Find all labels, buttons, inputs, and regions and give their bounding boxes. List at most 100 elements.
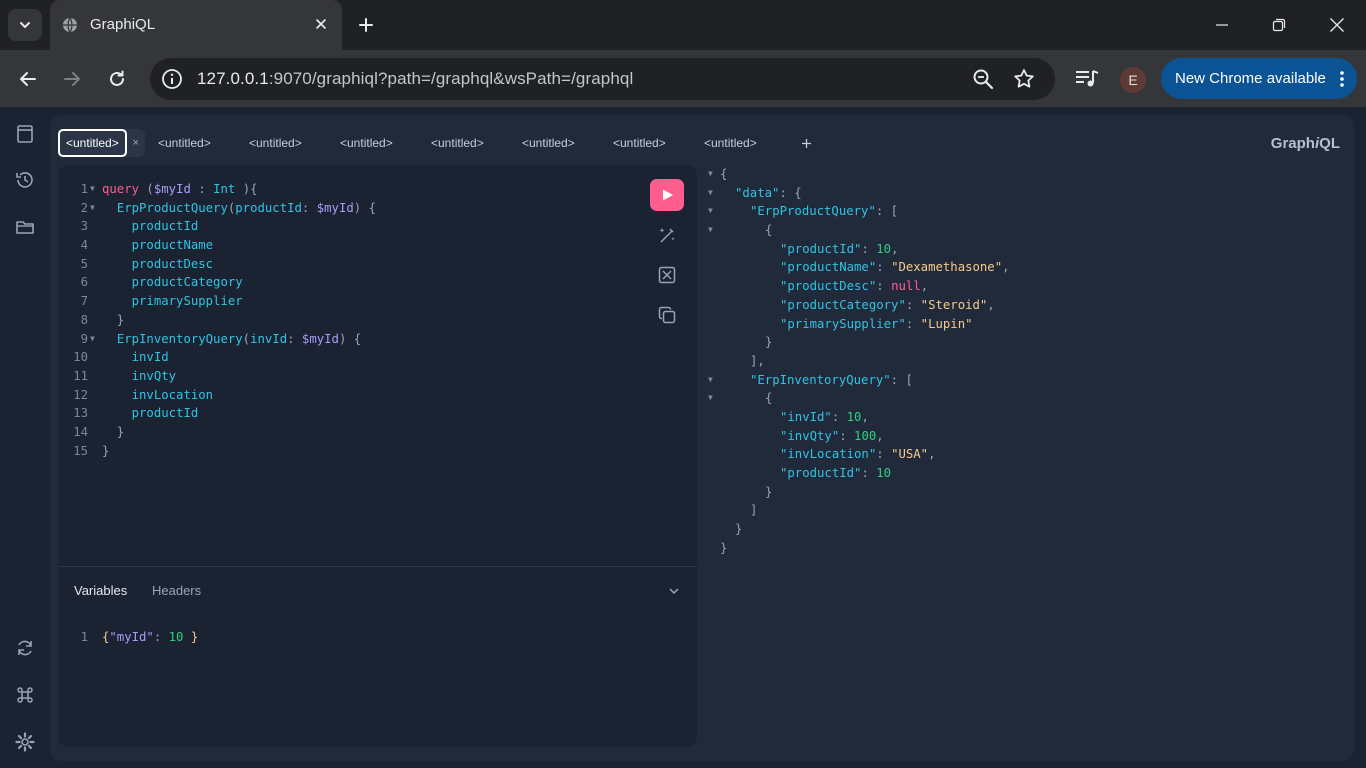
forward-button[interactable] (56, 63, 88, 95)
reload-button[interactable] (101, 63, 133, 95)
line-number: 6 (80, 275, 88, 290)
variable-token: $myId (153, 182, 191, 196)
close-tab-button[interactable] (312, 15, 330, 33)
fold-arrow-icon[interactable]: ▼ (708, 184, 713, 203)
zoom-icon[interactable] (972, 68, 994, 90)
folder-icon (16, 221, 34, 234)
fold-arrow-icon[interactable]: ▼ (90, 199, 95, 218)
variables-editor[interactable]: 1 {"myId": 10 } (58, 628, 458, 647)
query-tab[interactable]: <untitled> (514, 129, 583, 157)
execute-query-button[interactable] (650, 179, 684, 211)
fold-arrow-icon[interactable]: ▼ (90, 330, 95, 349)
shortcuts-button[interactable] (14, 684, 36, 706)
close-tab-icon[interactable]: × (127, 129, 145, 157)
query-tab[interactable]: <untitled> (150, 129, 219, 157)
code-line: 14 } (58, 423, 618, 442)
profile-avatar[interactable]: E (1120, 67, 1146, 93)
docs-icon (17, 125, 33, 143)
result-value: "Lupin" (920, 316, 973, 331)
url-text[interactable]: 127.0.0.1:9070/graphiql?path=/graphql&ws… (197, 69, 633, 89)
result-key: "ErpInventoryQuery" (750, 372, 891, 387)
line-number: 13 (73, 406, 88, 421)
back-button[interactable] (12, 63, 44, 95)
fold-arrow-icon[interactable]: ▼ (708, 371, 713, 390)
result-key: "invQty" (780, 428, 840, 443)
history-button[interactable] (14, 169, 36, 191)
close-icon (316, 19, 326, 29)
line-number: 5 (80, 256, 88, 271)
line-number: 10 (73, 350, 88, 365)
browser-tab-graphiql[interactable]: GraphiQL (50, 0, 342, 50)
media-controls-icon[interactable] (1074, 67, 1100, 91)
result-value: "Steroid" (920, 297, 988, 312)
address-bar[interactable]: 127.0.0.1:9070/graphiql?path=/graphql&ws… (150, 58, 1055, 100)
field-token: productId (131, 219, 199, 234)
add-tab-button[interactable] (797, 134, 815, 152)
field-token: productId (131, 406, 199, 421)
refresh-icon (18, 640, 32, 656)
type-token: Int (213, 182, 236, 196)
field-token: productCategory (131, 275, 243, 290)
variable-token: $myId (316, 200, 354, 215)
result-value: 10 (846, 409, 862, 424)
restore-button[interactable] (1259, 10, 1299, 40)
browser-tab-title: GraphiQL (90, 16, 156, 33)
fold-arrow-icon[interactable]: ▼ (708, 202, 713, 221)
brand-text-pre: Graph (1270, 135, 1315, 152)
result-viewer[interactable]: ▼{ ▼ "data": { ▼ "ErpProductQuery": [ ▼{ "… (708, 165, 1348, 665)
graphiql-session: <untitled> × <untitled> <untitled> <unti… (50, 115, 1354, 761)
query-tab-label: <untitled> (58, 129, 127, 157)
field-token: productDesc (131, 256, 214, 271)
headers-tab[interactable]: Headers (152, 583, 201, 598)
query-tab[interactable]: <untitled> (241, 129, 310, 157)
settings-button[interactable] (14, 731, 36, 753)
graphiql-logo: GraphiQL (1271, 135, 1340, 152)
explorer-button[interactable] (14, 216, 36, 238)
reload-icon (110, 70, 124, 86)
close-window-button[interactable] (1317, 10, 1357, 40)
chevron-down-icon[interactable] (667, 584, 681, 598)
field-token: primarySupplier (131, 294, 243, 309)
copy-icon[interactable] (657, 305, 677, 325)
query-tab[interactable]: <untitled> (696, 129, 765, 157)
docs-button[interactable] (14, 123, 36, 145)
minimize-button[interactable] (1202, 10, 1242, 40)
prettify-icon[interactable] (657, 225, 677, 245)
line-number: 14 (73, 424, 88, 439)
code-line: 9 ▼ ErpInventoryQuery(invId: $myId) { (58, 330, 618, 349)
fold-arrow-icon[interactable]: ▼ (90, 180, 95, 199)
chrome-update-button[interactable]: New Chrome available (1161, 58, 1357, 99)
query-tab[interactable]: <untitled> (332, 129, 401, 157)
line-number: 1 (80, 630, 88, 644)
field-token: invId (131, 350, 169, 365)
argument-token: invId (250, 331, 288, 346)
query-editor[interactable]: 1 ▼ query ($myId : Int ){ 2 ▼ ErpProductQue… (58, 180, 618, 460)
minimize-icon (1216, 24, 1228, 26)
merge-fragments-icon[interactable] (657, 265, 677, 285)
fold-arrow-icon[interactable]: ▼ (708, 165, 713, 184)
keyword-token: query (102, 182, 140, 196)
query-editor-pane[interactable]: 1 ▼ query ($myId : Int ){ 2 ▼ ErpProductQue… (58, 165, 697, 747)
graphiql-sidebar (0, 109, 50, 768)
restore-icon (1272, 18, 1286, 32)
bookmark-star-icon[interactable] (1012, 67, 1036, 91)
code-line: 13 productId (58, 404, 618, 423)
query-tab[interactable]: <untitled> (605, 129, 674, 157)
code-line: 2 ▼ ErpProductQuery(productId: $myId) { (58, 199, 618, 218)
tab-search-button[interactable] (8, 9, 42, 41)
query-tab[interactable]: <untitled> (423, 129, 492, 157)
refetch-schema-button[interactable] (14, 637, 36, 659)
new-tab-button[interactable] (354, 13, 378, 37)
punct-token: : (190, 182, 214, 196)
variables-tab[interactable]: Variables (74, 583, 127, 598)
fold-arrow-icon[interactable]: ▼ (708, 221, 713, 240)
result-key: "ErpProductQuery" (750, 204, 876, 219)
command-key-icon (17, 687, 33, 703)
info-icon[interactable] (161, 68, 183, 90)
query-tab-active[interactable]: <untitled> × (58, 129, 145, 157)
more-vert-icon[interactable] (1339, 70, 1345, 88)
fold-arrow-icon[interactable]: ▼ (708, 389, 713, 408)
result-key: "productId" (780, 466, 862, 480)
line-number: 9 (80, 331, 88, 346)
argument-token: productId (235, 200, 302, 215)
